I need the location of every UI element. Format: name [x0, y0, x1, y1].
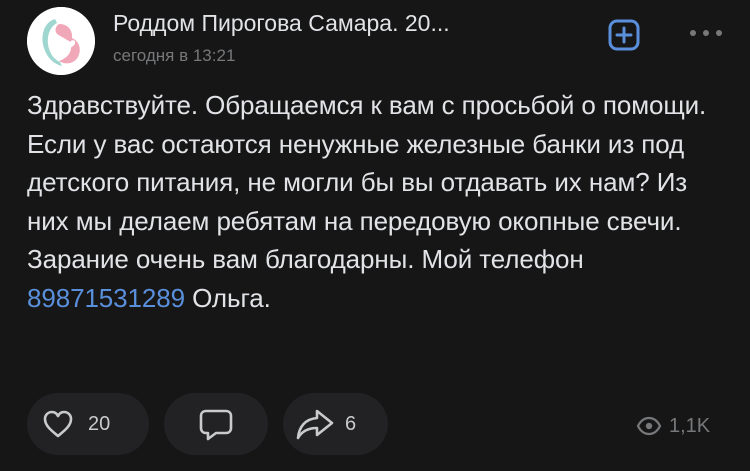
phone-link[interactable]: 89871531289 [27, 283, 185, 313]
post-body-signature: Ольга. [184, 282, 271, 313]
share-count: 6 [345, 412, 357, 435]
post-timestamp[interactable]: сегодня в 13:21 [113, 46, 235, 66]
share-arrow-icon [296, 409, 334, 440]
heart-icon [43, 410, 73, 438]
views-counter: 1,1K [636, 408, 710, 444]
more-dots-icon [690, 30, 722, 36]
subscribe-button[interactable] [608, 19, 640, 51]
plus-square-icon [608, 19, 640, 51]
eye-icon [636, 416, 662, 436]
views-count: 1,1K [669, 414, 711, 437]
like-button[interactable]: 20 [27, 393, 149, 455]
group-avatar[interactable] [27, 7, 95, 75]
post-body: Здравствуйте. Обращаемся к вам с просьбо… [27, 86, 727, 317]
maternity-logo-icon [27, 7, 95, 75]
post-card: Роддом Пирогова Самара. 20... сегодня в … [0, 0, 750, 471]
group-name-link[interactable]: Роддом Пирогова Самара. 20... [113, 10, 450, 37]
more-options-button[interactable] [687, 26, 727, 40]
share-button[interactable]: 6 [283, 393, 388, 455]
like-count: 20 [88, 412, 111, 435]
post-body-text: Здравствуйте. Обращаемся к вам с просьбо… [27, 90, 707, 274]
comment-icon [199, 409, 233, 441]
comment-button[interactable] [164, 393, 268, 455]
